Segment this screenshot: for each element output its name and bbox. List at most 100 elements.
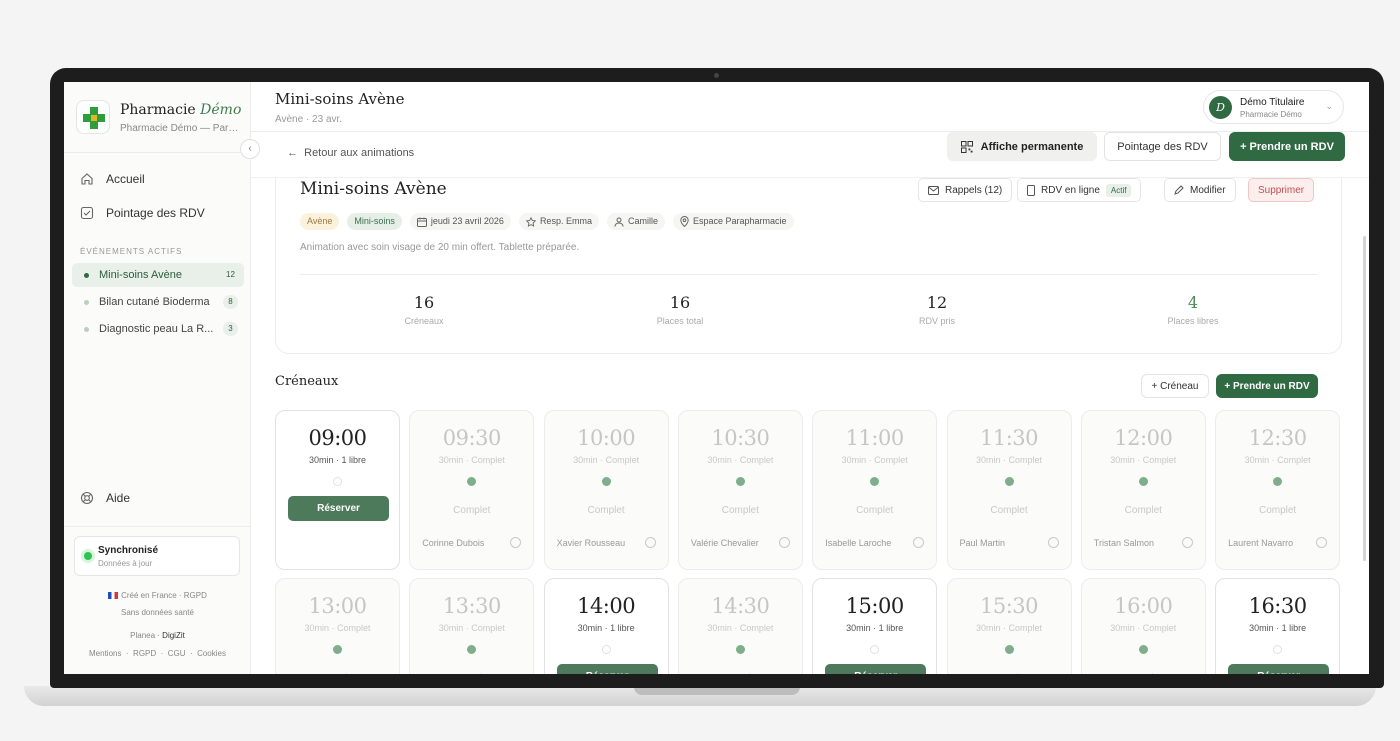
star-icon (525, 216, 536, 227)
delete-button[interactable]: Supprimer (1248, 178, 1315, 202)
nav-checkin[interactable]: Pointage des RDV (80, 202, 205, 224)
slot-time: 10:00 (577, 426, 636, 450)
arrow-left-icon: ← (287, 147, 298, 159)
slot-card[interactable]: 10:30 30min · Complet Complet Valérie Cheva… (677, 410, 803, 570)
slot-capacity-dot (1138, 645, 1148, 654)
checkin-radio[interactable] (1316, 537, 1328, 548)
reserve-button[interactable]: Réserver (1228, 664, 1330, 674)
footer-link-mentions[interactable]: Mentions (89, 649, 121, 658)
add-slot-button[interactable]: + Créneau (1141, 374, 1209, 398)
footer-rgpd-link[interactable]: RGPD (184, 591, 207, 600)
slot-time: 16:30 (1248, 594, 1308, 618)
brand-subtitle: Pharmacie Démo — Parapharmacie (120, 123, 240, 134)
pharmacy-cross-logo (76, 100, 110, 134)
chevron-down-icon: ⌄ (1325, 101, 1333, 111)
slot-capacity-dot (1273, 477, 1283, 486)
footer-link-cgu[interactable]: CGU (168, 649, 186, 658)
checkin-radio[interactable] (644, 537, 656, 548)
slot-status: Complet (453, 505, 491, 516)
sync-indicator (84, 552, 92, 560)
slot-capacity-dot (870, 645, 880, 654)
slot-status: Complet (1124, 505, 1162, 516)
slot-card[interactable]: 12:30 30min · Complet Complet Laurent Navar… (1215, 410, 1341, 570)
sync-subtitle: Données à jour (98, 559, 153, 568)
nav-help[interactable]: Aide (80, 487, 130, 509)
slot-card[interactable]: 13:00 30min · Complet Complet (275, 578, 400, 674)
slot-card[interactable]: 09:30 30min · Complet Complet Corinne Duboi… (409, 410, 535, 570)
slot-status: Complet (1082, 673, 1205, 674)
event-count-badge: 8 (223, 295, 238, 309)
nav-home[interactable]: Accueil (80, 168, 145, 190)
slot-status: Complet (948, 673, 1071, 674)
slot-info: 30min · Complet (975, 623, 1043, 633)
edit-button[interactable]: Modifier (1164, 178, 1236, 202)
slot-card[interactable]: 13:30 30min · Complet Complet (409, 578, 535, 674)
event-description: Animation avec soin visage de 20 min off… (300, 242, 580, 253)
slot-card[interactable]: 15:30 30min · Complet Complet (946, 578, 1072, 674)
checkin-radio[interactable] (1181, 537, 1193, 548)
slot-capacity-dot (601, 477, 611, 486)
sidebar-event-diagnostic[interactable]: Diagnostic peau La R... 3 (72, 317, 244, 341)
checkin-radio[interactable] (778, 537, 790, 548)
event-dot (84, 327, 89, 332)
slot-card[interactable]: 14:30 30min · Complet Complet (677, 578, 803, 674)
action-bar: ← Retour aux animations Affiche permanen… (251, 132, 1369, 178)
slot-person: Paul Martin (959, 538, 1006, 548)
slot-info: 30min · Complet (438, 623, 505, 633)
slots-book-button[interactable]: + Prendre un RDV (1216, 374, 1318, 398)
slot-info: 30min · Complet (841, 455, 908, 465)
slot-card[interactable]: 09:00 30min · 1 libre Réserver (275, 410, 400, 570)
footer-link-rgpd[interactable]: RGPD (133, 649, 156, 658)
poster-button[interactable]: Affiche permanente (947, 132, 1097, 161)
slot-info: 30min · Complet (707, 455, 774, 465)
stat-booked: 12 RDV pris (918, 293, 955, 326)
checkin-button[interactable]: Pointage des RDV (1104, 132, 1221, 161)
page-subtitle: Avène · 23 avr. (275, 114, 343, 125)
checkin-radio[interactable] (1047, 537, 1059, 548)
footer-links: Mentions · RGPD · CGU · Cookies (89, 649, 226, 658)
slot-card[interactable]: 11:30 30min · Complet Complet Paul Martin (946, 410, 1072, 570)
sidebar-event-mini-soins[interactable]: Mini-soins Avène 12 (72, 263, 244, 287)
page-title: Mini-soins Avène (275, 90, 405, 108)
reserve-button[interactable]: Réserver (825, 664, 927, 674)
slot-card[interactable]: 10:00 30min · Complet Complet Xavier Rousse… (543, 410, 669, 570)
slot-capacity-dot (467, 477, 477, 486)
online-booking-toggle[interactable]: RDV en ligne Actif (1017, 178, 1142, 202)
map-pin-icon (680, 216, 689, 227)
slot-capacity-dot (870, 477, 880, 486)
slot-status: Complet (679, 673, 802, 674)
event-dot (84, 300, 89, 305)
book-appointment-button[interactable]: + Prendre un RDV (1229, 132, 1345, 161)
slot-card[interactable]: 16:00 30min · Complet Complet (1080, 578, 1206, 674)
slot-capacity-dot (467, 645, 477, 654)
slot-person: Laurent Navarro (1228, 538, 1294, 548)
checkin-radio[interactable] (913, 537, 925, 548)
slot-card[interactable]: 14:00 30min · 1 libre Réserver (543, 578, 669, 674)
scrollbar[interactable] (1363, 236, 1366, 561)
back-link[interactable]: ← Retour aux animations (287, 147, 414, 159)
slot-time: 12:00 (1114, 426, 1173, 450)
checkin-radio[interactable] (510, 537, 522, 548)
slot-card[interactable]: 16:30 30min · 1 libre Réserver (1215, 578, 1341, 674)
slot-time: 11:00 (845, 426, 905, 450)
reminders-button[interactable]: Rappels (12) (918, 178, 1013, 202)
slot-card[interactable]: 12:00 30min · Complet Complet Tristan Salmo… (1080, 410, 1206, 570)
slot-info: 30min · Complet (438, 455, 505, 465)
slot-capacity-dot (735, 477, 745, 486)
sidebar-event-bilan[interactable]: Bilan cutané Bioderma 8 (72, 290, 244, 314)
reserve-button[interactable]: Réserver (288, 496, 389, 521)
reserve-button[interactable]: Réserver (556, 664, 658, 674)
tag-type: Mini-soins (347, 213, 402, 230)
slot-capacity-dot (1138, 477, 1148, 486)
footer-link-cookies[interactable]: Cookies (197, 649, 226, 658)
sidebar-collapse-button[interactable]: ‹ (240, 139, 260, 159)
phone-icon (1027, 184, 1035, 196)
app-screen: Pharmacie Démo Pharmacie Démo — Paraphar… (64, 82, 1369, 674)
slot-card[interactable]: 15:00 30min · 1 libre Réserver (812, 578, 938, 674)
sidebar: Pharmacie Démo Pharmacie Démo — Paraphar… (64, 82, 251, 674)
digizit-link[interactable]: DigiZit (162, 631, 185, 640)
user-menu[interactable]: D Démo Titulaire Pharmacie Démo ⌄ (1203, 90, 1344, 124)
section-label-active-events: ÉVÉNEMENTS ACTIFS (80, 247, 183, 256)
slot-info: 30min · 1 libre (846, 623, 904, 633)
slot-card[interactable]: 11:00 30min · Complet Complet Isabelle Laro… (812, 410, 938, 570)
